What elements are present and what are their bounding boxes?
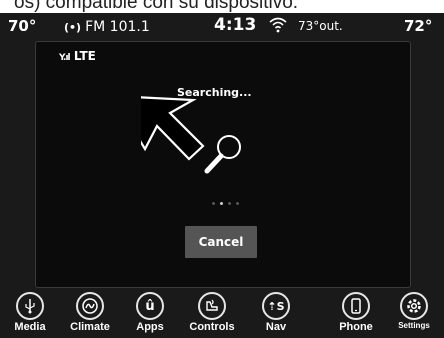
broadcast-icon: (•) — [64, 21, 82, 34]
left-temperature[interactable]: 70° — [8, 17, 36, 35]
outside-temperature: 73°out. — [298, 19, 343, 33]
nav-label: Apps — [136, 321, 164, 333]
bottom-nav-bar: Media Climate û Apps Controls ⇡S Nav Pho… — [0, 292, 444, 338]
nav-label: Nav — [265, 321, 287, 333]
radio-station: FM 101.1 — [85, 19, 150, 35]
controls-icon — [198, 292, 226, 320]
nav-item-nav[interactable]: ⇡S Nav — [246, 292, 306, 333]
apps-icon: û — [136, 292, 164, 320]
progress-dot — [212, 202, 215, 205]
nav-item-apps[interactable]: û Apps — [120, 292, 180, 333]
nav-item-settings[interactable]: Settings — [384, 292, 444, 330]
arrow-callout-icon — [141, 96, 205, 161]
climate-icon — [76, 292, 104, 320]
nav-label: Phone — [339, 321, 373, 333]
cancel-button[interactable]: Cancel — [185, 226, 257, 258]
progress-dots — [212, 192, 244, 210]
status-bar: 70° (•) FM 101.1 4:13 73°out. 72° — [0, 13, 444, 39]
progress-dot — [228, 202, 231, 205]
radio-status[interactable]: (•) FM 101.1 — [64, 17, 150, 35]
nav-label: Media — [14, 321, 46, 333]
phone-icon — [342, 292, 370, 320]
progress-dot — [236, 202, 239, 205]
right-temperature[interactable]: 72° — [404, 17, 432, 35]
search-icon — [204, 135, 241, 174]
nav-item-media[interactable]: Media — [0, 292, 60, 333]
signal-indicator: Y.ıl LTE — [59, 49, 96, 63]
signal-bars-icon: Y.ıl — [59, 53, 71, 63]
nav-label: Climate — [70, 321, 110, 333]
nav-icon: ⇡S — [262, 292, 290, 320]
searching-dialog: Y.ıl LTE Searching... Cancel — [35, 41, 411, 288]
progress-dot-active — [220, 202, 223, 205]
nav-item-phone[interactable]: Phone — [326, 292, 386, 333]
network-label: LTE — [73, 49, 96, 63]
usb-icon — [16, 292, 44, 320]
gear-icon — [400, 292, 428, 320]
infotainment-screen: 70° (•) FM 101.1 4:13 73°out. 72° Y.ıl LT… — [0, 13, 444, 338]
nav-item-climate[interactable]: Climate — [60, 292, 120, 333]
nav-label: Controls — [189, 321, 235, 333]
nav-item-controls[interactable]: Controls — [182, 292, 242, 333]
wifi-icon — [268, 16, 288, 38]
searching-message: Searching... — [177, 86, 252, 99]
nav-label: Settings — [398, 321, 430, 330]
clock: 4:13 — [214, 15, 257, 35]
